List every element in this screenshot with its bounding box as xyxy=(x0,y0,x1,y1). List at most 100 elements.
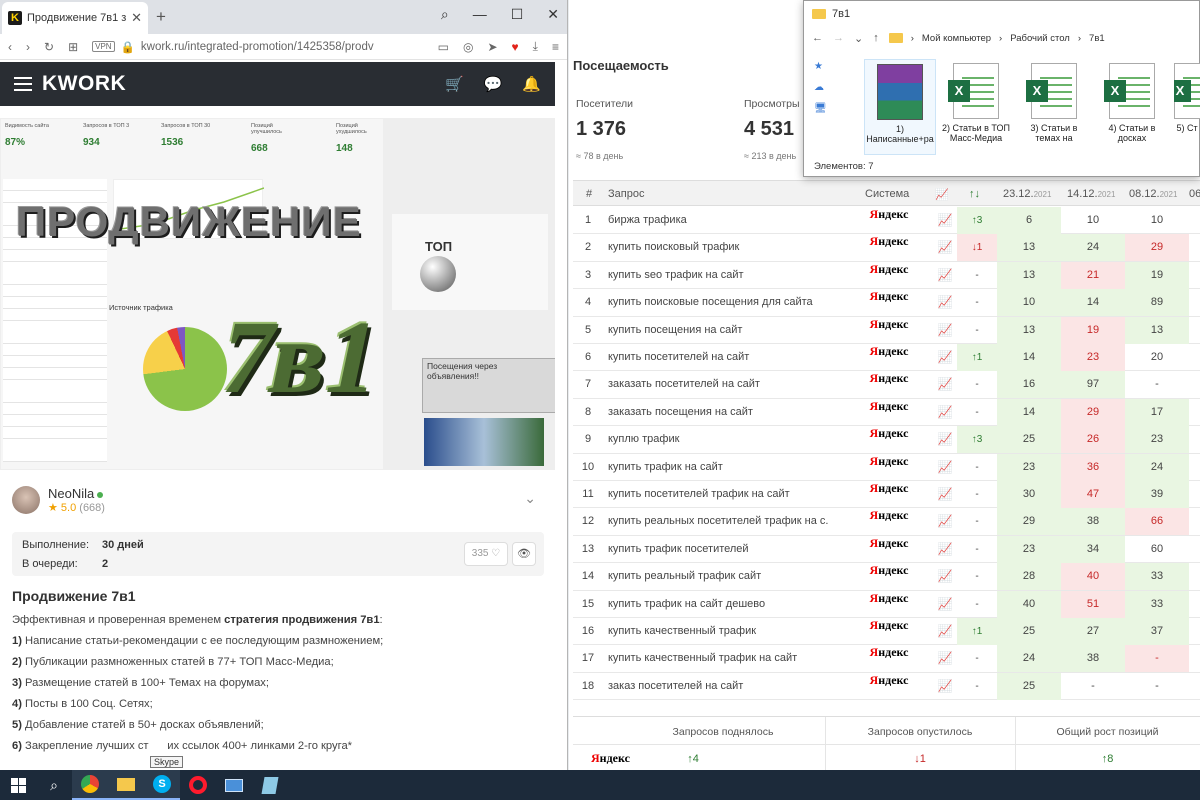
file-item[interactable]: X 4) Статьи в досках xyxy=(1096,59,1168,155)
like-button[interactable]: 335 ♡ xyxy=(464,542,508,566)
table-row[interactable]: 5 купить посещения на сайт Яндекс 📈 - 13 19 13 xyxy=(573,316,1200,344)
col-date-3[interactable]: 08.12.2021 xyxy=(1129,188,1177,200)
computer-icon[interactable] xyxy=(216,770,252,800)
breadcrumb-item[interactable]: Мой компьютер xyxy=(922,33,991,44)
col-system[interactable]: Система xyxy=(865,188,909,200)
table-row[interactable]: 8 заказать посещения на сайт Яндекс 📈 - 14 29 1… xyxy=(573,398,1200,427)
onedrive-icon[interactable]: ☁ xyxy=(814,82,844,93)
breadcrumb[interactable]: › Мой компьютер › Рабочий стол › 7в1 xyxy=(888,33,1105,44)
chart-icon[interactable]: 📈 xyxy=(935,234,955,261)
file-item[interactable]: 1) Написанные+ра xyxy=(864,59,936,155)
table-row[interactable]: 7 заказать посетителей на сайт Яндекс 📈 - 16 9… xyxy=(573,371,1200,399)
new-tab-button[interactable]: + xyxy=(156,7,166,27)
file-explorer-icon[interactable] xyxy=(108,770,144,800)
chart-icon[interactable]: 📈 xyxy=(935,454,955,481)
file-item[interactable]: X 5) Ст xyxy=(1174,59,1200,155)
table-row[interactable]: 14 купить реальный трафик сайт Яндекс 📈 - 28 4… xyxy=(573,563,1200,591)
search-icon[interactable]: ⌕ xyxy=(36,770,72,800)
maximize-button[interactable]: ☐ xyxy=(511,6,524,23)
up-arrow-icon[interactable]: ↑ xyxy=(873,32,879,44)
table-row[interactable]: 2 купить поисковый трафик Яндекс 📈 ↓1 13 24 29 xyxy=(573,234,1200,262)
quick-access-icon[interactable]: ★ xyxy=(814,61,844,72)
hamburger-icon[interactable] xyxy=(14,77,32,91)
chart-icon[interactable]: 📈 xyxy=(935,673,955,700)
table-row[interactable]: 9 куплю трафик Яндекс 📈 ↑3 25 26 23 xyxy=(573,426,1200,454)
eye-icon[interactable]: 👁 xyxy=(512,542,536,566)
table-row[interactable]: 10 купить трафик на сайт Яндекс 📈 - 23 36 24 xyxy=(573,453,1200,481)
close-tab-icon[interactable]: ✕ xyxy=(131,10,142,26)
chart-icon[interactable]: 📈 xyxy=(935,317,955,344)
chat-icon[interactable]: 💬 xyxy=(484,75,503,93)
table-row[interactable]: 18 заказ посетителей на сайт Яндекс 📈 - 25 - - xyxy=(573,672,1200,701)
chart-icon[interactable]: 📈 xyxy=(935,508,955,535)
chart-icon[interactable]: 📈 xyxy=(935,344,955,371)
bell-icon[interactable]: 🔔 xyxy=(522,75,541,93)
col-date-1[interactable]: 23.12.2021 xyxy=(1003,188,1051,200)
download-icon[interactable]: ⤓ xyxy=(533,39,538,54)
url-field[interactable]: VPN 🔒 kwork.ru/integrated-promotion/1425… xyxy=(92,40,424,54)
browser-tab[interactable]: K Продвижение 7в1 за 1100 ✕ xyxy=(2,2,148,34)
table-row[interactable]: 13 купить трафик посетителей Яндекс 📈 - 23 34 6… xyxy=(573,535,1200,564)
chart-icon[interactable]: 📈 xyxy=(935,563,955,590)
col-date-2[interactable]: 14.12.2021 xyxy=(1067,188,1115,200)
breadcrumb-item[interactable]: Рабочий стол xyxy=(1010,33,1070,44)
avatar[interactable] xyxy=(12,486,40,514)
chevron-down-icon[interactable]: ⌄ xyxy=(854,32,863,45)
menu-icon[interactable]: ≡ xyxy=(552,40,559,54)
vpn-badge[interactable]: VPN xyxy=(92,41,115,52)
col-num[interactable]: # xyxy=(586,188,592,200)
chart-col-icon[interactable]: 📈 xyxy=(935,188,949,201)
chart-icon[interactable]: 📈 xyxy=(935,371,955,398)
reload-icon[interactable]: ↻ xyxy=(44,40,54,54)
chart-icon[interactable]: 📈 xyxy=(935,207,955,234)
chart-icon[interactable]: 📈 xyxy=(935,289,955,316)
back-arrow-icon[interactable]: ← xyxy=(812,32,823,44)
forward-arrow-icon[interactable]: → xyxy=(833,32,844,44)
notepad-icon[interactable] xyxy=(252,770,288,800)
skype-icon[interactable]: S xyxy=(144,770,180,800)
chevron-down-icon[interactable]: ⌄ xyxy=(524,490,536,507)
search-tabs-icon[interactable]: ⌕ xyxy=(441,6,449,23)
opera-icon[interactable] xyxy=(180,770,216,800)
cart-icon[interactable]: 🛒 xyxy=(445,75,464,93)
chart-icon[interactable]: 📈 xyxy=(935,591,955,618)
camera-icon[interactable]: ◎ xyxy=(463,40,473,54)
table-row[interactable]: 15 купить трафик на сайт дешево Яндекс 📈 - 40… xyxy=(573,590,1200,618)
chart-icon[interactable]: 📈 xyxy=(935,536,955,563)
kwork-logo[interactable]: KWORK xyxy=(42,72,126,96)
reader-icon[interactable]: ▭ xyxy=(438,40,449,54)
positions-table-header: # Запрос Система 📈 ↑↓ 23.12.2021 14.12.2… xyxy=(573,180,1200,206)
chart-icon[interactable]: 📈 xyxy=(935,399,955,426)
forward-icon[interactable]: › xyxy=(26,40,30,54)
chart-icon[interactable]: 📈 xyxy=(935,262,955,289)
table-row[interactable]: 11 купить посетителей трафик на сайт Яндек… xyxy=(573,481,1200,509)
table-row[interactable]: 6 купить посетителей на сайт Яндекс 📈 ↑1 14 23… xyxy=(573,344,1200,372)
chart-icon[interactable]: 📈 xyxy=(935,426,955,453)
table-row[interactable]: 12 купить реальных посетителей трафик на … xyxy=(573,508,1200,536)
seller-block[interactable]: NeoNila ★ 5.0 (668) ⌄ xyxy=(0,480,556,520)
table-row[interactable]: 17 купить качественный трафик на сайт Янде… xyxy=(573,645,1200,673)
minimize-button[interactable]: — xyxy=(473,6,487,23)
chart-icon[interactable]: 📈 xyxy=(935,645,955,672)
table-row[interactable]: 1 биржа трафика Яндекс 📈 ↑3 6 10 10 xyxy=(573,207,1200,235)
table-row[interactable]: 4 купить поисковые посещения для сайта Янд… xyxy=(573,289,1200,317)
heart-icon[interactable]: ♥ xyxy=(512,40,519,54)
col-move[interactable]: ↑↓ xyxy=(969,188,980,200)
grid-icon[interactable]: ⊞ xyxy=(68,40,78,54)
close-window-button[interactable]: ✕ xyxy=(547,6,559,23)
chart-icon[interactable]: 📈 xyxy=(935,618,955,645)
col-query[interactable]: Запрос xyxy=(608,188,644,200)
file-item[interactable]: X 2) Статьи в ТОП Масс-Медиа xyxy=(940,59,1012,155)
chrome-icon[interactable] xyxy=(72,770,108,800)
table-row[interactable]: 16 купить качественный трафик Яндекс 📈 ↑1 25 2… xyxy=(573,618,1200,646)
table-row[interactable]: 3 купить seo трафик на сайт Яндекс 📈 - 13 21 19 xyxy=(573,261,1200,290)
send-icon[interactable]: ➤ xyxy=(487,40,497,54)
seller-name[interactable]: NeoNila xyxy=(48,486,94,501)
file-item[interactable]: X 3) Статьи в темах на xyxy=(1018,59,1090,155)
this-pc-icon[interactable]: 🖥 xyxy=(814,103,844,114)
col-date-4[interactable]: 06 xyxy=(1189,188,1200,200)
windows-start-icon[interactable] xyxy=(0,770,36,800)
chart-icon[interactable]: 📈 xyxy=(935,481,955,508)
back-icon[interactable]: ‹ xyxy=(8,40,12,54)
breadcrumb-item[interactable]: 7в1 xyxy=(1089,33,1105,44)
